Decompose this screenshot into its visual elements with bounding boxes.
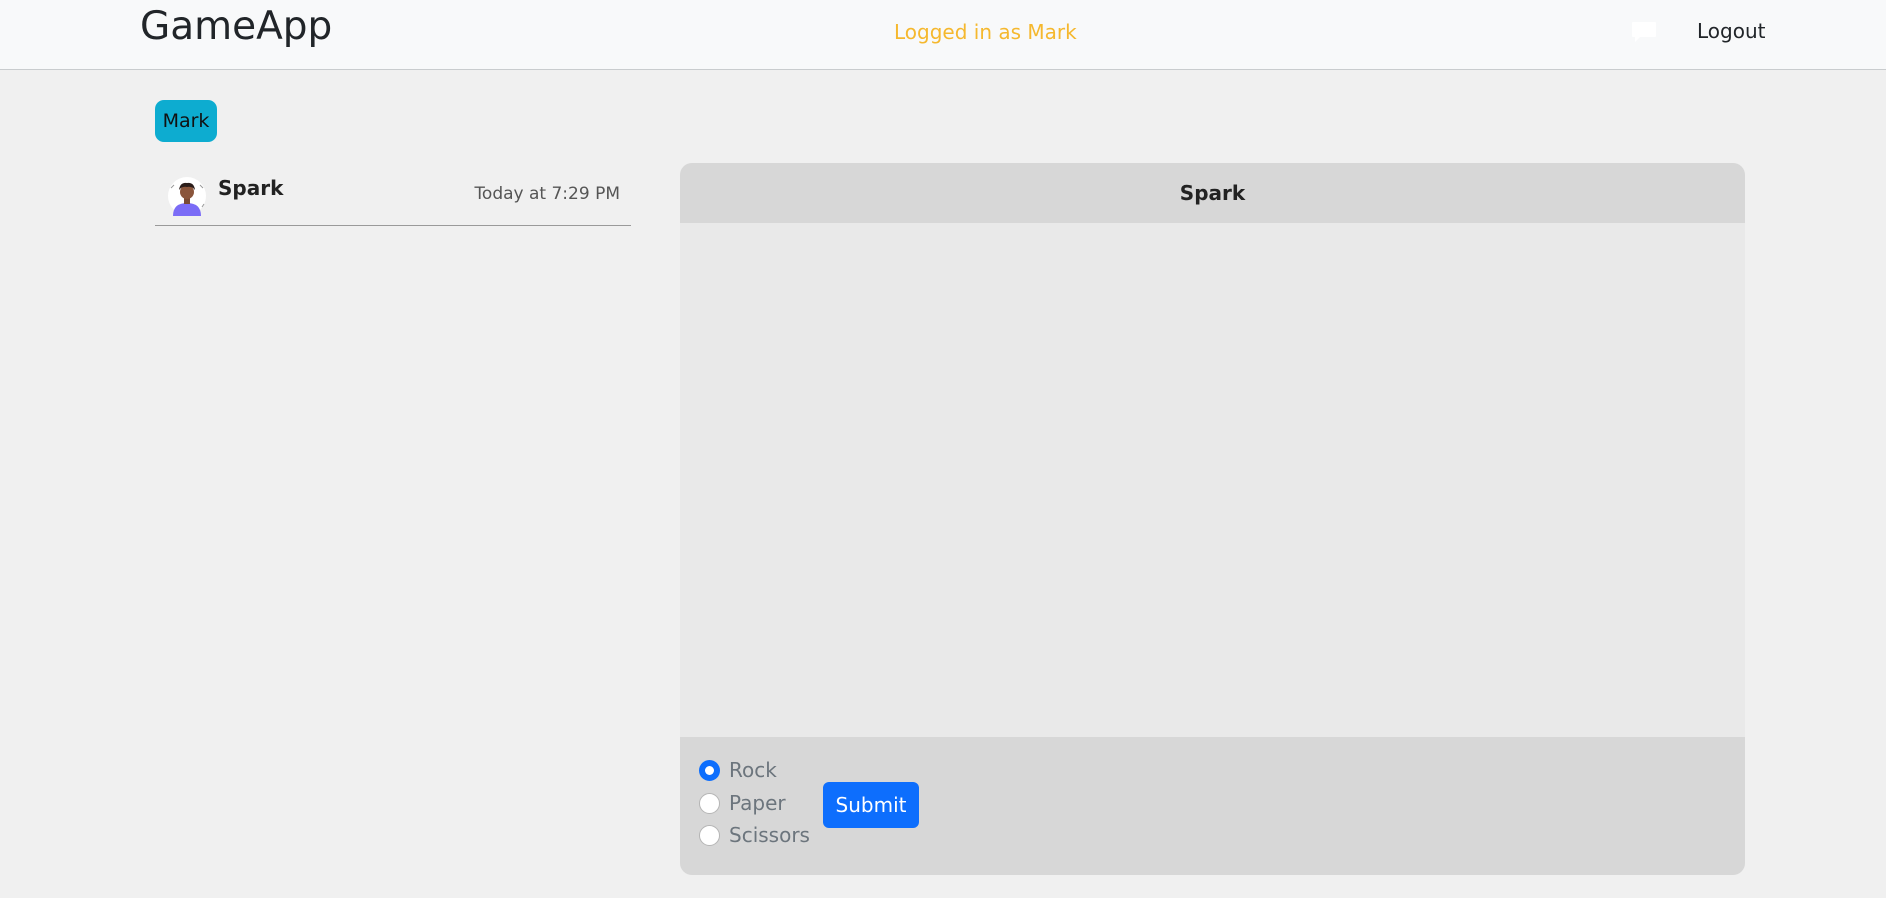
top-navbar: GameApp Logged in as Mark Logout bbox=[0, 0, 1886, 70]
chat-panel: Spark Rock Paper Scissors Submit bbox=[680, 163, 1745, 875]
conversation-name: Spark bbox=[218, 176, 284, 200]
current-user-badge[interactable]: Mark bbox=[155, 100, 217, 142]
radio-option-scissors[interactable]: Scissors bbox=[699, 821, 810, 849]
radio-button-paper[interactable] bbox=[699, 792, 720, 814]
logged-in-status: Logged in as Mark bbox=[894, 20, 1077, 44]
radio-button-rock[interactable] bbox=[699, 759, 720, 781]
chat-header-title: Spark bbox=[680, 163, 1745, 223]
radio-label-scissors: Scissors bbox=[729, 823, 810, 847]
app-brand[interactable]: GameApp bbox=[140, 4, 332, 49]
radio-button-scissors[interactable] bbox=[699, 824, 720, 846]
chat-bubble-icon[interactable] bbox=[1631, 21, 1657, 43]
move-selection-form: Rock Paper Scissors Submit bbox=[680, 737, 1745, 875]
radio-option-rock[interactable]: Rock bbox=[699, 756, 777, 784]
user-avatar-icon bbox=[168, 177, 206, 216]
logout-link[interactable]: Logout bbox=[1697, 19, 1765, 43]
chat-messages-area[interactable] bbox=[680, 223, 1745, 737]
radio-label-paper: Paper bbox=[729, 791, 786, 815]
conversation-item[interactable]: Spark Today at 7:29 PM bbox=[155, 166, 631, 226]
conversation-time: Today at 7:29 PM bbox=[474, 184, 620, 204]
submit-button[interactable]: Submit bbox=[823, 782, 919, 828]
radio-option-paper[interactable]: Paper bbox=[699, 789, 786, 817]
radio-label-rock: Rock bbox=[729, 758, 777, 782]
conversation-list: Spark Today at 7:29 PM bbox=[155, 166, 631, 226]
